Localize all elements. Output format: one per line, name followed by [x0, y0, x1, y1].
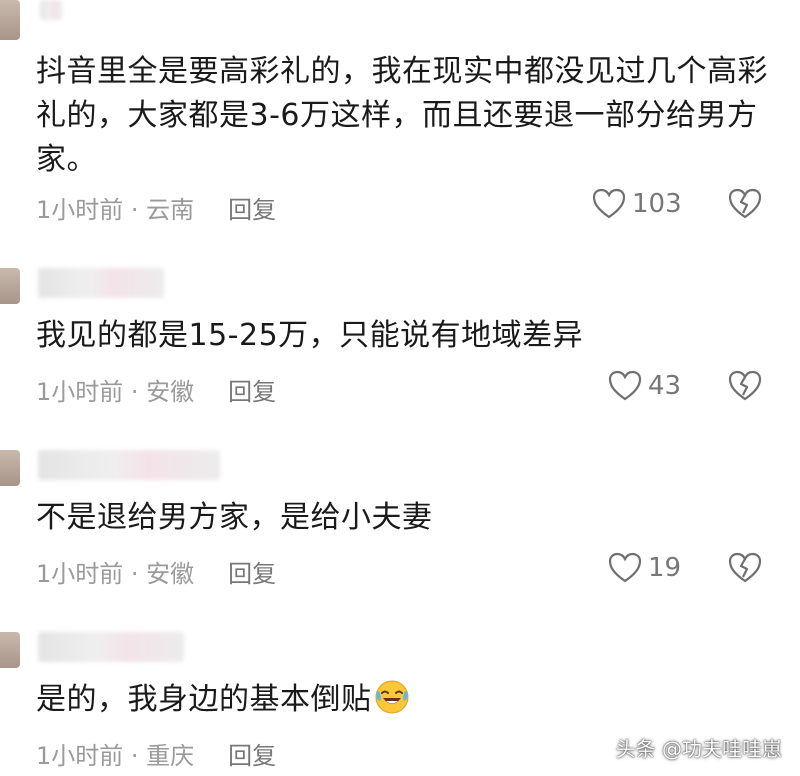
comment-text: 不是退给男方家，是给小夫妻: [36, 500, 433, 535]
laughing-crying-emoji-icon: [375, 680, 408, 714]
heart-outline-icon: [592, 188, 626, 219]
avatar[interactable]: [0, 632, 20, 668]
broken-heart-icon[interactable]: [728, 188, 762, 220]
comment-text: 我见的都是15-25万，只能说有地域差异: [36, 318, 584, 353]
avatar[interactable]: [0, 450, 20, 486]
broken-heart-icon[interactable]: [728, 552, 762, 584]
comment-meta: 1小时前 · 安徽 回复: [36, 372, 276, 407]
avatar[interactable]: [0, 268, 20, 304]
reply-button[interactable]: 回复: [228, 736, 276, 771]
watermark-text: 头条 @功夫哇哇崽: [615, 737, 782, 761]
username-blurred[interactable]: [38, 268, 164, 298]
username-blurred[interactable]: [40, 0, 62, 20]
watermark: 头条 @功夫哇哇崽: [616, 733, 782, 762]
comment-time-location: 1小时前 · 重庆: [36, 742, 195, 770]
heart-outline-icon: [608, 552, 642, 583]
comment-meta: 1小时前 · 安徽 回复: [36, 554, 276, 589]
comment-meta: 1小时前 · 重庆 回复: [36, 736, 276, 771]
like-button[interactable]: 19: [608, 552, 681, 584]
like-count: 19: [648, 553, 682, 583]
username-blurred[interactable]: [38, 450, 220, 480]
heart-outline-icon: [608, 370, 642, 401]
username-blurred[interactable]: [38, 632, 184, 662]
comment-time-location: 1小时前 · 安徽: [36, 378, 195, 406]
like-button[interactable]: 103: [592, 188, 682, 220]
broken-heart-icon[interactable]: [728, 370, 762, 402]
avatar[interactable]: [0, 0, 20, 40]
comment-meta: 1小时前 · 云南 回复: [36, 190, 276, 225]
comment-text: 是的，我身边的基本倒贴: [36, 678, 776, 722]
comment-text-content: 是的，我身边的基本倒贴: [36, 682, 372, 717]
comment-text: 抖音里全是要高彩礼的，我在现实中都没见过几个高彩礼的，大家都是3-6万这样，而且…: [36, 54, 768, 177]
like-count: 103: [632, 189, 682, 219]
comment-time-location: 1小时前 · 安徽: [36, 560, 195, 588]
comment-time-location: 1小时前 · 云南: [36, 196, 195, 224]
reply-button[interactable]: 回复: [228, 372, 276, 407]
reply-button[interactable]: 回复: [228, 554, 276, 589]
like-button[interactable]: 43: [608, 370, 681, 402]
like-count: 43: [648, 371, 682, 401]
reply-button[interactable]: 回复: [228, 190, 276, 225]
